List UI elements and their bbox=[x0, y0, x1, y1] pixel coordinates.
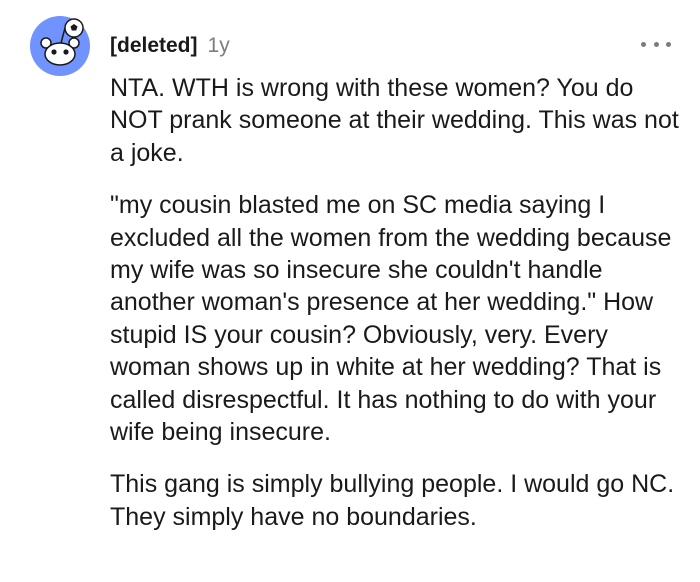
comment-paragraph: "my cousin blasted me on SC media saying… bbox=[110, 191, 672, 447]
comment-body: NTA. WTH is wrong with these women? You … bbox=[110, 72, 680, 553]
more-horizontal-icon[interactable] bbox=[641, 36, 671, 52]
author-name[interactable]: [deleted] bbox=[110, 34, 198, 58]
dot bbox=[641, 41, 646, 47]
comment-age: 1y bbox=[207, 34, 230, 57]
dot bbox=[666, 41, 671, 47]
snoo-avatar-icon[interactable] bbox=[30, 16, 90, 76]
comment-header: [deleted] 1y bbox=[110, 34, 230, 62]
dot bbox=[653, 41, 659, 47]
comment-paragraph: NTA. WTH is wrong with these women? You … bbox=[110, 74, 679, 167]
comment-paragraph: This gang is simply bullying people. I w… bbox=[110, 470, 675, 531]
